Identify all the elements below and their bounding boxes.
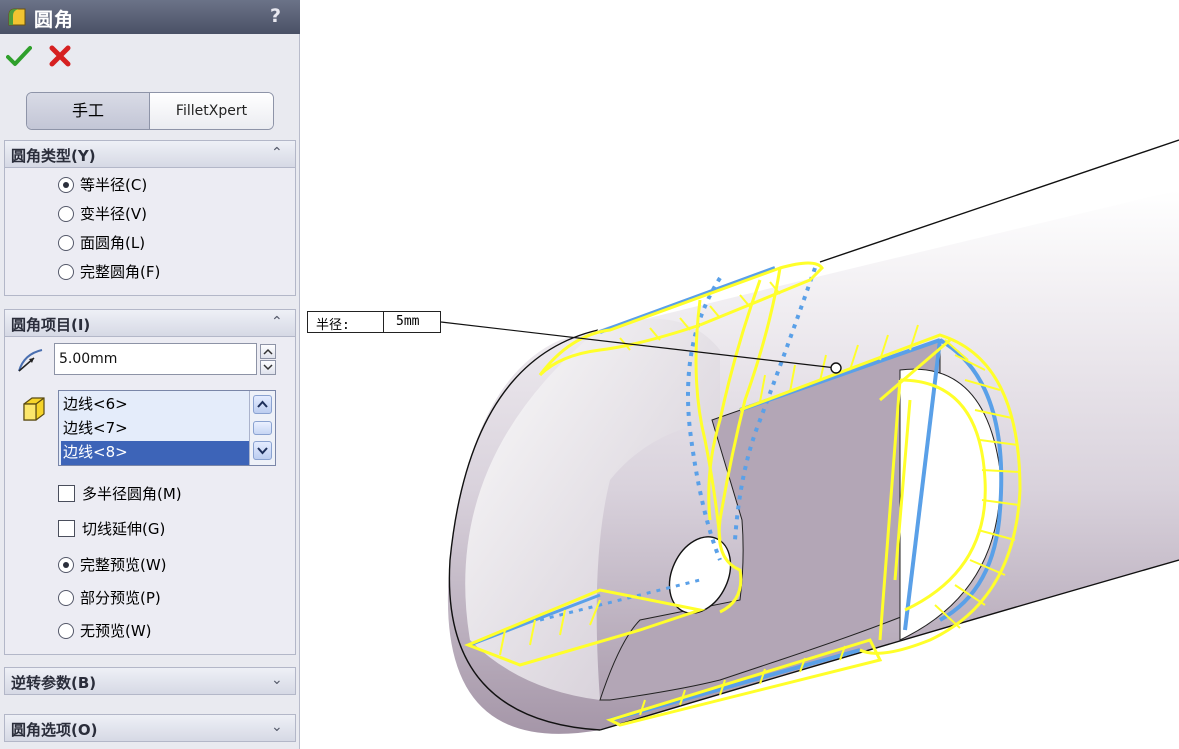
- expand-chevron-icon[interactable]: ⌄: [271, 719, 283, 735]
- spin-up-button[interactable]: [260, 344, 276, 359]
- panel-title: 圆角: [34, 9, 75, 31]
- radio-label: 面圆角(L): [80, 234, 146, 252]
- radio-button[interactable]: [58, 177, 74, 193]
- chevron-down-icon: [263, 364, 273, 371]
- radius-input[interactable]: [54, 343, 257, 375]
- radio-label: 完整预览(W): [80, 556, 167, 574]
- checkbox-label: 多半径圆角(M): [82, 485, 182, 503]
- help-button[interactable]: ?: [270, 5, 281, 27]
- radio-label: 无预览(W): [80, 622, 152, 640]
- expand-chevron-icon[interactable]: ⌄: [271, 672, 283, 688]
- edge-selection-list[interactable]: 边线<6> 边线<7> 边线<8>: [58, 390, 276, 466]
- scroll-down-button[interactable]: [253, 441, 272, 460]
- edge-selection-icon: [23, 397, 45, 421]
- radio-label: 完整圆角(F): [80, 263, 161, 281]
- radio-button[interactable]: [58, 206, 74, 222]
- radio-label: 等半径(C): [80, 176, 148, 194]
- collapse-chevron-icon[interactable]: ⌃: [271, 145, 283, 161]
- list-scrollbar[interactable]: [249, 391, 275, 465]
- setback-parameters-header[interactable]: 逆转参数(B) ⌄: [4, 667, 296, 695]
- fillet-feature-icon: [8, 8, 26, 26]
- fillet-options-header[interactable]: 圆角选项(O) ⌄: [4, 714, 296, 742]
- radio-button[interactable]: [58, 623, 74, 639]
- chevron-up-icon: [257, 400, 268, 408]
- list-item[interactable]: 边线<6>: [61, 393, 249, 417]
- checkbox-label: 切线延伸(G): [82, 520, 166, 538]
- fillet-items-title: 圆角项目(I): [11, 316, 91, 334]
- fillet-items-header[interactable]: 圆角项目(I) ⌃: [4, 309, 296, 337]
- spin-down-button[interactable]: [260, 360, 276, 375]
- radio-button[interactable]: [58, 557, 74, 573]
- graphics-viewport[interactable]: [301, 0, 1179, 749]
- scroll-up-button[interactable]: [253, 395, 272, 414]
- mode-tabs: 手工 FilletXpert: [26, 92, 274, 130]
- callout-anchor-handle: [830, 362, 842, 374]
- checkbox[interactable]: [58, 485, 75, 502]
- panel-titlebar: 圆角 ?: [0, 0, 300, 34]
- part-model-view[interactable]: [301, 0, 1179, 749]
- radio-button[interactable]: [58, 264, 74, 280]
- chevron-up-icon: [263, 348, 273, 355]
- collapse-chevron-icon[interactable]: ⌃: [271, 314, 283, 330]
- chevron-down-icon: [257, 447, 268, 455]
- ok-check-icon[interactable]: [6, 44, 32, 68]
- list-item-selected[interactable]: 边线<8>: [61, 441, 249, 465]
- radio-button[interactable]: [58, 235, 74, 251]
- fillet-type-header[interactable]: 圆角类型(Y) ⌃: [4, 140, 296, 168]
- radio-label: 部分预览(P): [80, 589, 161, 607]
- property-manager-panel: 圆角 ? 手工 FilletXpert 圆角类型(Y) ⌃ 等半径(C) 变半径…: [0, 0, 300, 749]
- radius-icon: [18, 349, 43, 372]
- scroll-thumb[interactable]: [253, 421, 272, 435]
- radio-label: 变半径(V): [80, 205, 147, 223]
- radio-button[interactable]: [58, 590, 74, 606]
- tab-manual[interactable]: 手工: [27, 93, 150, 129]
- cancel-x-icon[interactable]: [48, 44, 72, 68]
- fillet-options-title: 圆角选项(O): [11, 721, 98, 739]
- callout-value[interactable]: 5mm: [383, 312, 440, 332]
- setback-parameters-title: 逆转参数(B): [11, 674, 97, 692]
- callout-label: 半径:: [316, 318, 350, 333]
- tab-filletxpert[interactable]: FilletXpert: [150, 93, 273, 129]
- checkbox[interactable]: [58, 520, 75, 537]
- fillet-type-title: 圆角类型(Y): [11, 147, 96, 165]
- radius-callout[interactable]: 半径: 5mm: [307, 311, 441, 333]
- list-item[interactable]: 边线<7>: [61, 417, 249, 441]
